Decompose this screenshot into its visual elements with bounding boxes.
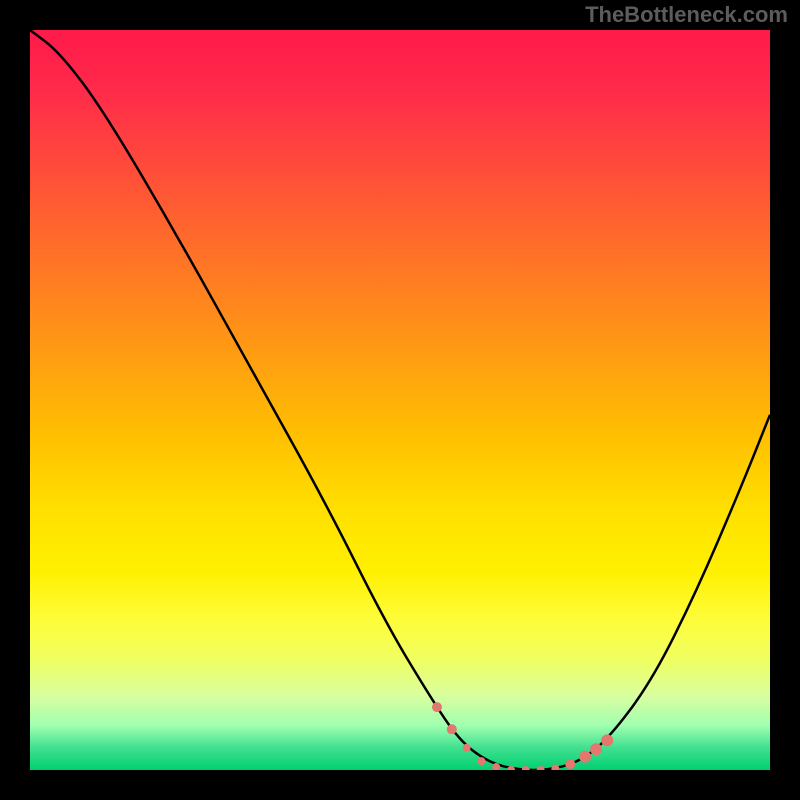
marker-dot (477, 757, 485, 765)
marker-dot (537, 766, 545, 770)
curve-svg (30, 30, 770, 770)
marker-dot (590, 743, 602, 755)
marker-dot (565, 759, 575, 769)
marker-dot (579, 751, 591, 763)
marker-dot (447, 724, 457, 734)
watermark-text: TheBottleneck.com (585, 2, 788, 28)
bottleneck-curve (30, 30, 770, 770)
marker-dot (551, 765, 559, 770)
plot-area (30, 30, 770, 770)
marker-dot (601, 734, 613, 746)
marker-dot (463, 744, 471, 752)
marker-dot (432, 702, 442, 712)
marker-dot (522, 766, 530, 770)
